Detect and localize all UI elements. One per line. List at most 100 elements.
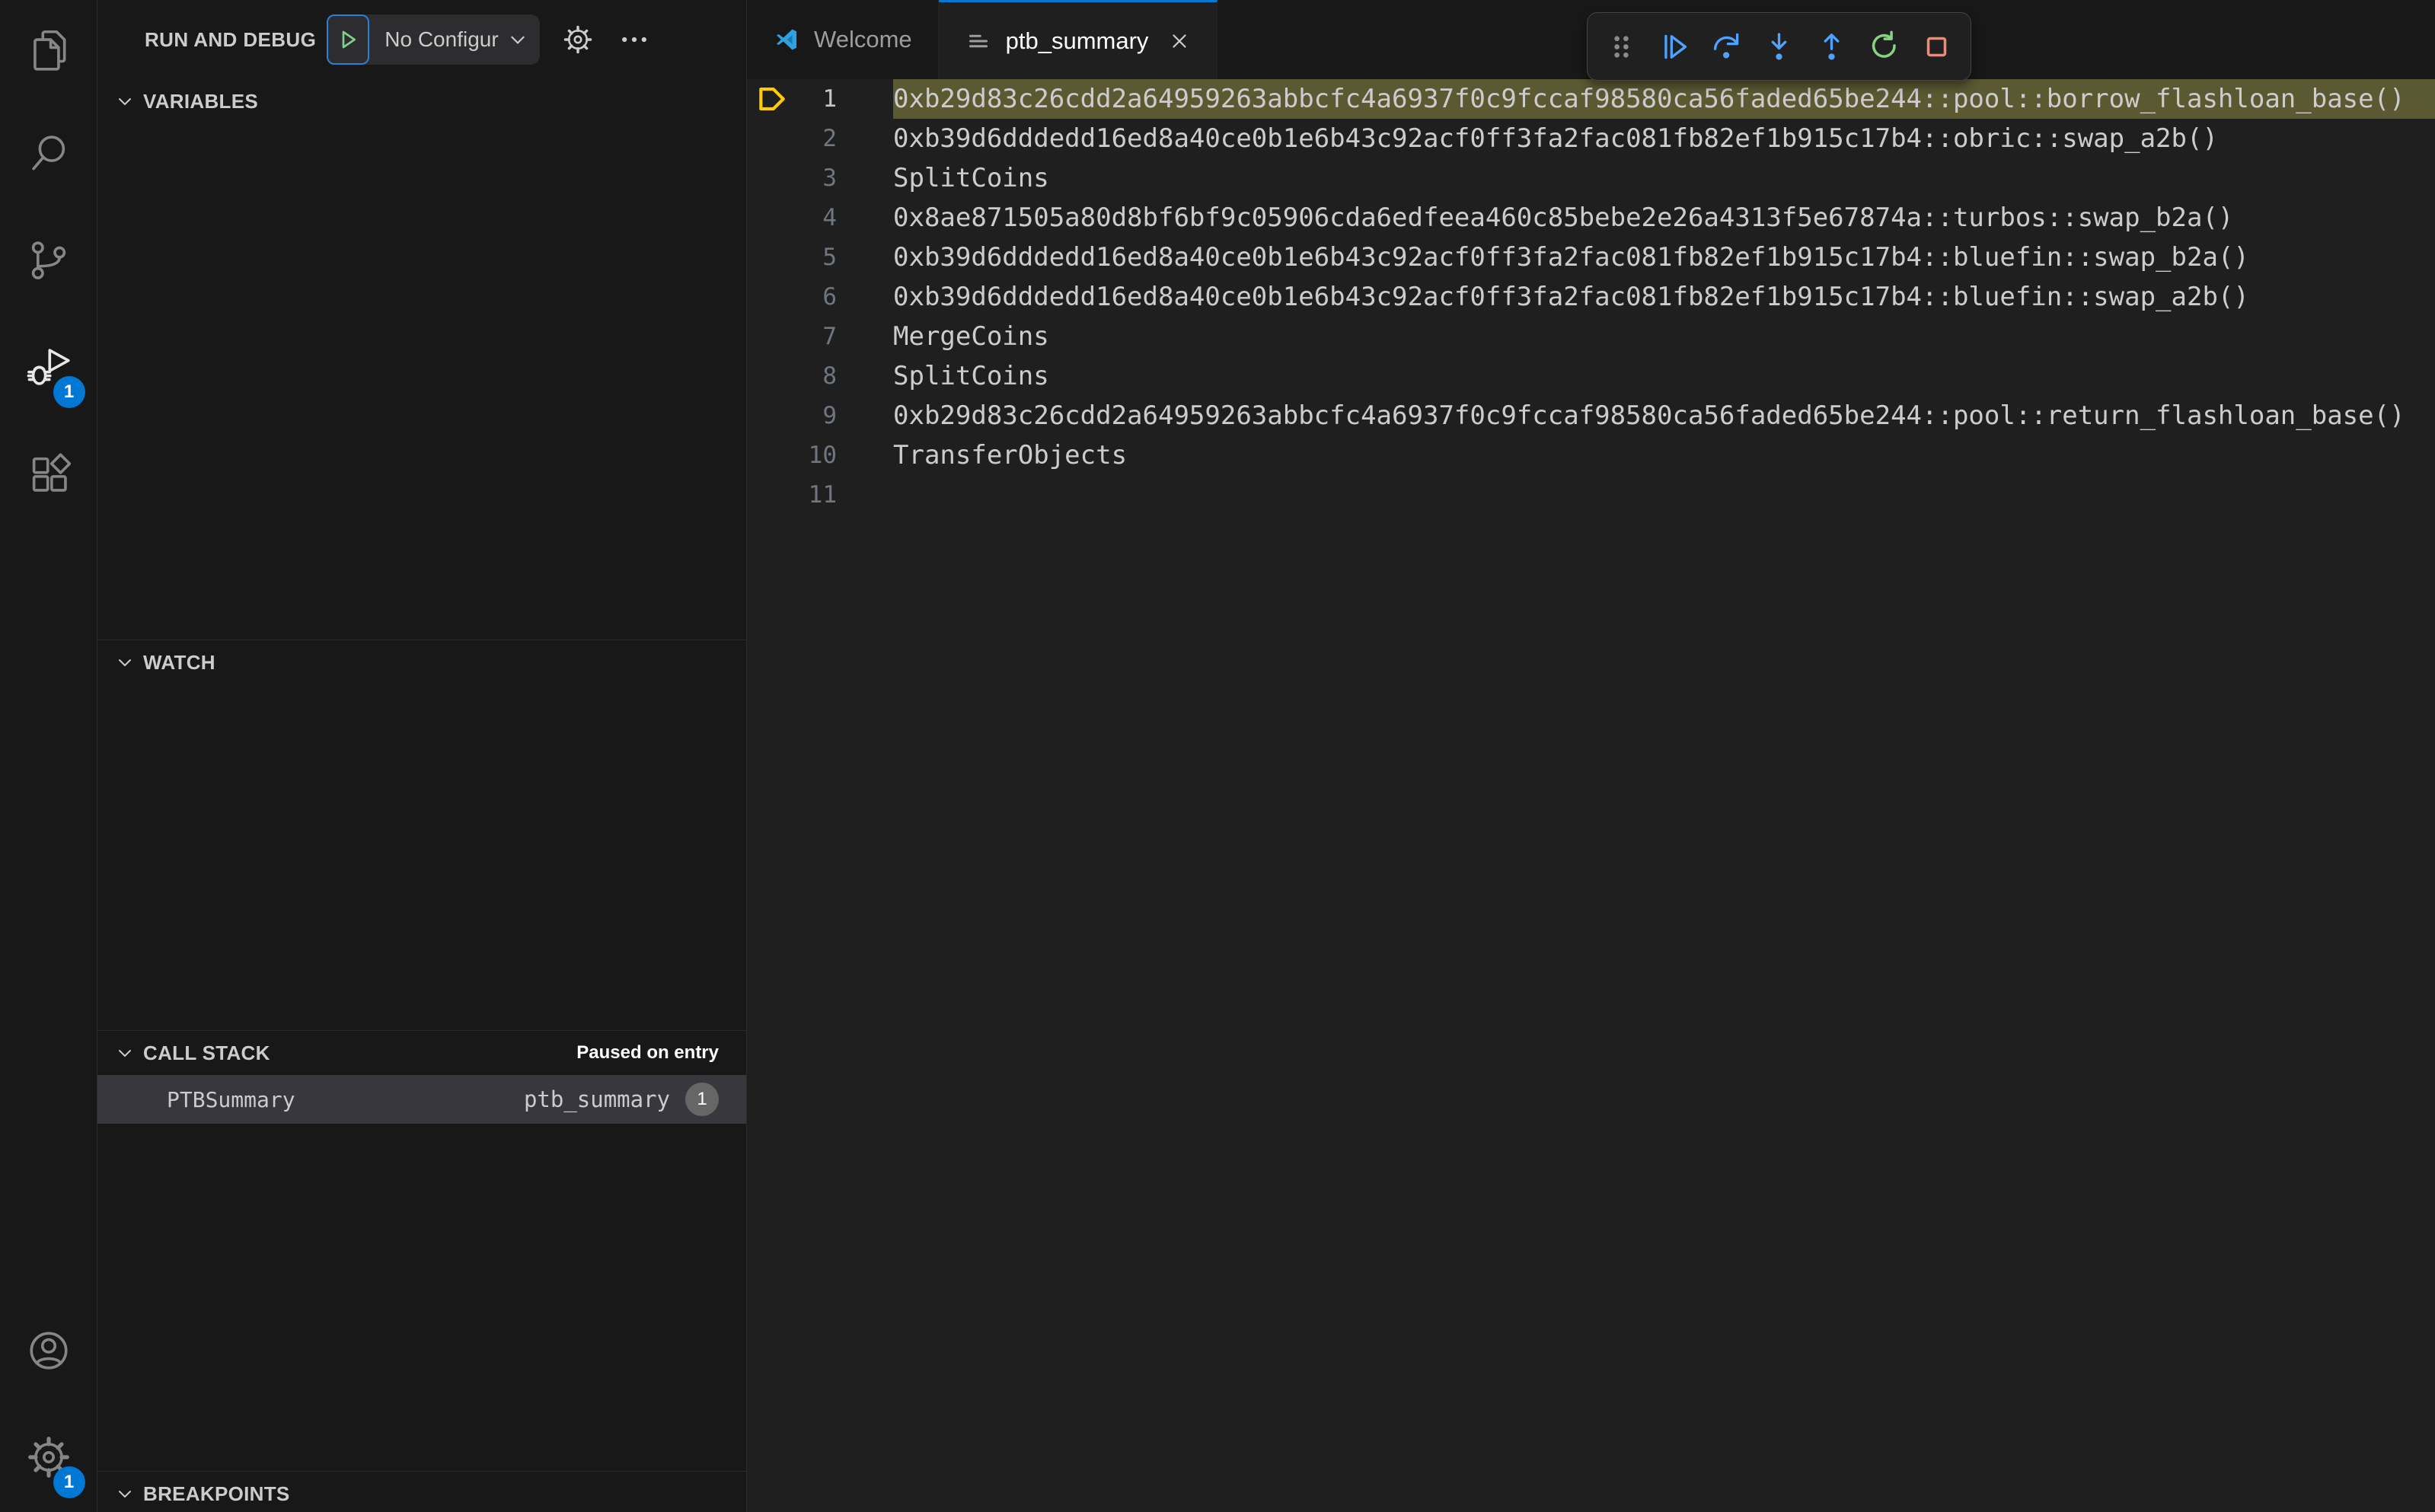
code-line[interactable]: 1 0xb29d83c26cdd2a64959263abbcfc4a6937f0…	[747, 79, 2435, 119]
watch-section: WATCH	[97, 640, 746, 1030]
accounts-button[interactable]	[0, 1299, 97, 1405]
sidebar-item-search[interactable]	[0, 102, 97, 209]
code-text[interactable]: 0xb39d6dddedd16ed8a40ce0b1e6b43c92acf0ff…	[893, 277, 2435, 317]
variables-section-body	[97, 123, 746, 640]
more-actions-button[interactable]	[618, 23, 651, 56]
code-text[interactable]: 0xb39d6dddedd16ed8a40ce0b1e6b43c92acf0ff…	[893, 238, 2435, 277]
settings-button[interactable]: 1	[0, 1405, 97, 1512]
call-stack-section-header[interactable]: CALL STACK Paused on entry	[97, 1031, 746, 1075]
line-number[interactable]: 1	[822, 85, 837, 113]
variables-section-label: VARIABLES	[143, 89, 259, 113]
sidebar-item-extensions[interactable]	[0, 422, 97, 528]
step-over-button[interactable]	[1700, 13, 1753, 80]
call-stack-section-body	[97, 1124, 746, 1471]
code-line[interactable]: 11	[747, 475, 2435, 515]
step-into-button[interactable]	[1753, 13, 1805, 80]
code-text[interactable]: 0xb39d6dddedd16ed8a40ce0b1e6b43c92acf0ff…	[893, 119, 2435, 158]
code-text[interactable]: 0xb29d83c26cdd2a64959263abbcfc4a6937f0c9…	[893, 396, 2435, 435]
gutter[interactable]: 8	[747, 356, 893, 396]
vscode-logo-icon	[773, 26, 800, 53]
line-number[interactable]: 11	[809, 481, 837, 509]
debug-settings-gear-button[interactable]	[561, 23, 595, 56]
source-control-icon	[25, 237, 72, 288]
code-text[interactable]: SplitCoins	[893, 158, 2435, 198]
code-line[interactable]: 3 SplitCoins	[747, 158, 2435, 198]
code-line[interactable]: 9 0xb29d83c26cdd2a64959263abbcfc4a6937f0…	[747, 396, 2435, 435]
code-line[interactable]: 7 MergeCoins	[747, 317, 2435, 356]
line-number[interactable]: 9	[822, 402, 837, 429]
line-number[interactable]: 3	[822, 164, 837, 192]
code-text[interactable]: 0xb29d83c26cdd2a64959263abbcfc4a6937f0c9…	[893, 79, 2435, 119]
code-text[interactable]: TransferObjects	[893, 435, 2435, 475]
code-line[interactable]: 8 SplitCoins	[747, 356, 2435, 396]
drag-handle-icon[interactable]	[1595, 13, 1648, 80]
sidebar-header: RUN AND DEBUG No Configur	[97, 0, 746, 79]
gutter[interactable]: 4	[747, 198, 893, 238]
run-and-debug-sidebar: RUN AND DEBUG No Configur VARIABLES WATC…	[97, 0, 747, 1512]
gutter[interactable]: 11	[747, 475, 893, 515]
code-line[interactable]: 5 0xb39d6dddedd16ed8a40ce0b1e6b43c92acf0…	[747, 238, 2435, 277]
gutter[interactable]: 1	[747, 79, 893, 119]
sidebar-item-explorer[interactable]	[0, 0, 97, 102]
stack-frame-file: ptb_summary	[523, 1086, 670, 1112]
line-number[interactable]: 4	[822, 204, 837, 231]
watch-section-label: WATCH	[143, 650, 215, 674]
files-icon	[25, 26, 72, 77]
call-stack-section: CALL STACK Paused on entry PTBSummary pt…	[97, 1030, 746, 1471]
variables-section-header[interactable]: VARIABLES	[97, 79, 746, 123]
gutter[interactable]: 2	[747, 119, 893, 158]
gutter[interactable]: 5	[747, 238, 893, 277]
code-text[interactable]: SplitCoins	[893, 356, 2435, 396]
sidebar-item-run-and-debug[interactable]: 1	[0, 315, 97, 422]
line-number[interactable]: 7	[822, 323, 837, 350]
line-number[interactable]: 2	[822, 125, 837, 152]
stack-frame-name: PTBSummary	[167, 1086, 295, 1112]
code-line[interactable]: 4 0x8ae871505a80d8bf6bf9c05906cda6edfeea…	[747, 198, 2435, 238]
continue-button[interactable]	[1648, 13, 1700, 80]
line-number[interactable]: 10	[809, 442, 837, 469]
code-text[interactable]	[893, 475, 2435, 515]
breakpoints-section: BREAKPOINTS	[97, 1471, 746, 1512]
chevron-down-icon	[116, 653, 134, 671]
account-icon	[25, 1327, 72, 1378]
chevron-down-icon	[508, 14, 540, 65]
sidebar-item-source-control[interactable]	[0, 209, 97, 315]
line-number[interactable]: 5	[822, 244, 837, 271]
code-line[interactable]: 6 0xb39d6dddedd16ed8a40ce0b1e6b43c92acf0…	[747, 277, 2435, 317]
tab-ptb-summary[interactable]: ptb_summary	[938, 0, 1218, 79]
stop-button[interactable]	[1910, 13, 1963, 80]
step-out-button[interactable]	[1805, 13, 1858, 80]
call-stack-section-label: CALL STACK	[143, 1041, 270, 1064]
gutter[interactable]: 3	[747, 158, 893, 198]
stack-frame-meta: ptb_summary 1	[524, 1083, 719, 1116]
watch-section-header[interactable]: WATCH	[97, 640, 746, 684]
line-number[interactable]: 6	[822, 283, 837, 311]
tab-welcome[interactable]: Welcome	[747, 0, 939, 79]
editor-group: Welcome ptb_summary 1 0xb29d83c26cdd2a64…	[747, 0, 2435, 1512]
debug-config-dropdown[interactable]: No Configur	[327, 14, 540, 65]
list-file-icon	[965, 27, 992, 55]
gutter[interactable]: 10	[747, 435, 893, 475]
search-icon	[25, 130, 72, 181]
breakpoints-section-header[interactable]: BREAKPOINTS	[97, 1472, 746, 1512]
line-number[interactable]: 8	[822, 362, 837, 390]
start-debug-button[interactable]	[327, 14, 370, 65]
code-editor[interactable]: 1 0xb29d83c26cdd2a64959263abbcfc4a6937f0…	[747, 79, 2435, 1512]
code-text[interactable]: MergeCoins	[893, 317, 2435, 356]
restart-button[interactable]	[1858, 13, 1910, 80]
gutter[interactable]: 6	[747, 277, 893, 317]
paused-status-text: Paused on entry	[576, 1042, 719, 1063]
gutter[interactable]: 9	[747, 396, 893, 435]
watch-section-body	[97, 684, 746, 1030]
chevron-down-icon	[116, 1044, 134, 1062]
close-icon[interactable]	[1168, 30, 1191, 53]
code-text[interactable]: 0x8ae871505a80d8bf6bf9c05906cda6edfeea46…	[893, 198, 2435, 238]
chevron-down-icon	[116, 1485, 134, 1503]
activity-bar: 1 1	[0, 0, 97, 1512]
code-line[interactable]: 2 0xb39d6dddedd16ed8a40ce0b1e6b43c92acf0…	[747, 119, 2435, 158]
debug-badge: 1	[53, 376, 85, 408]
code-line[interactable]: 10 TransferObjects	[747, 435, 2435, 475]
debug-toolbar	[1587, 12, 1971, 81]
gutter[interactable]: 7	[747, 317, 893, 356]
call-stack-frame-row[interactable]: PTBSummary ptb_summary 1	[97, 1075, 746, 1124]
